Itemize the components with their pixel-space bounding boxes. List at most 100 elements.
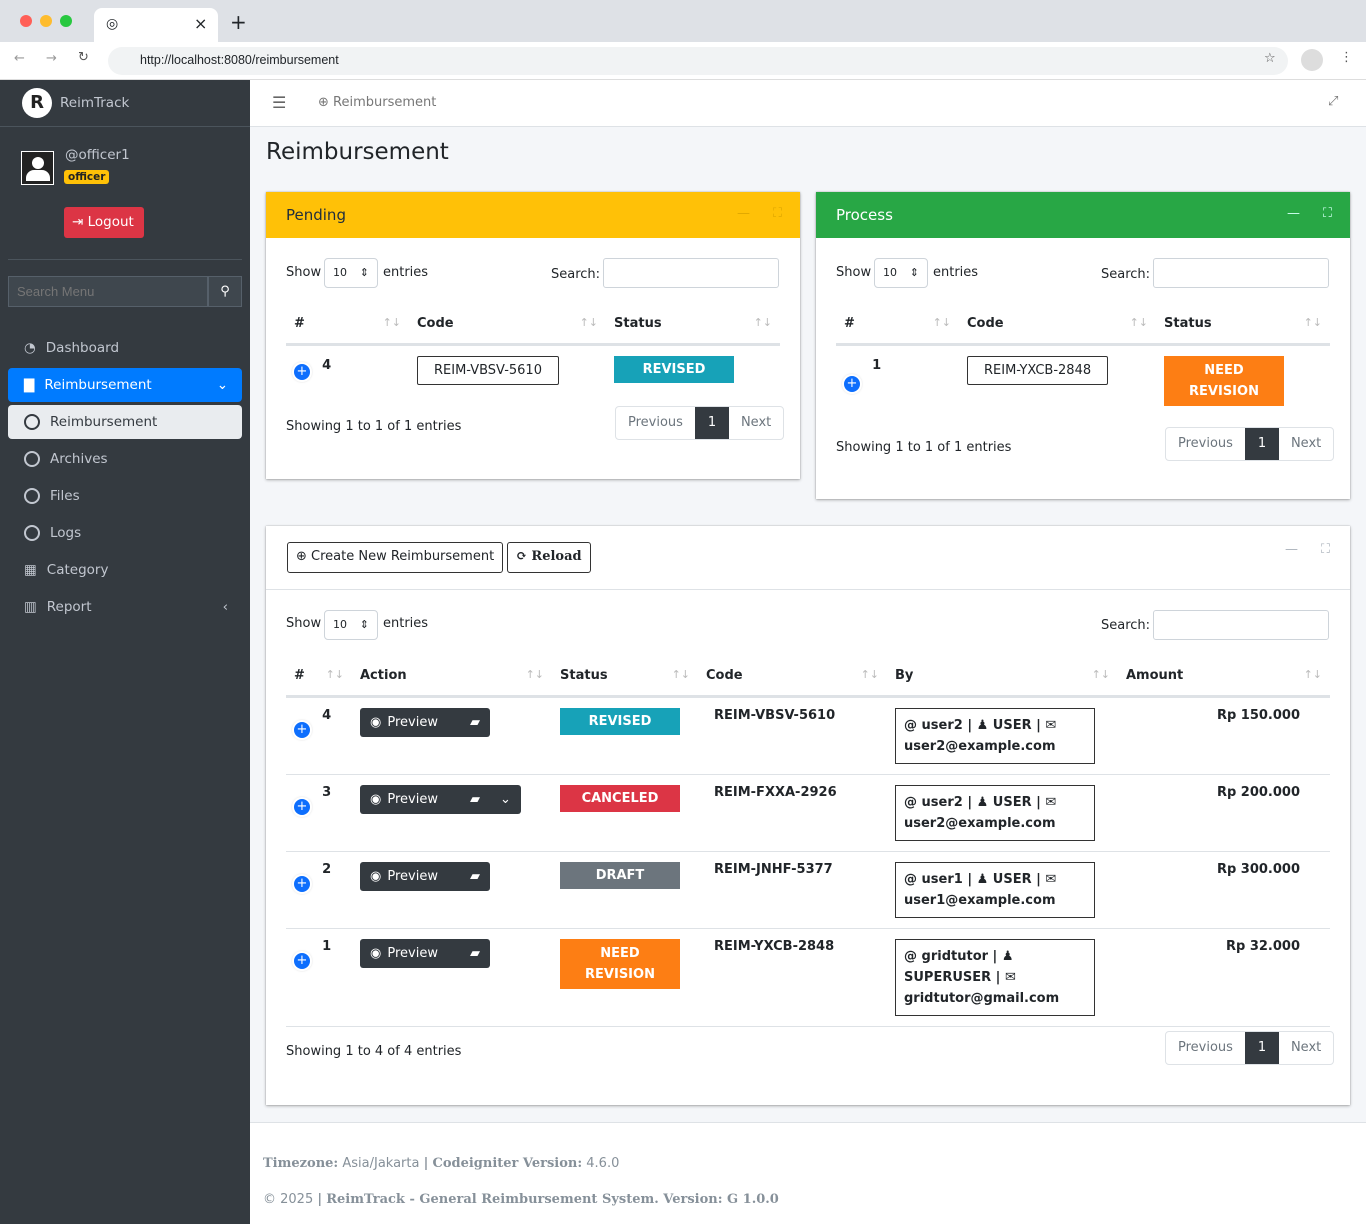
reload-icon[interactable]: ↻ [78, 50, 89, 65]
page-1-button[interactable]: 1 [1244, 1032, 1279, 1064]
collapse-icon[interactable]: — [737, 206, 750, 221]
new-tab-button[interactable]: + [230, 10, 247, 34]
expand-row-icon[interactable]: + [294, 952, 310, 969]
folder-open-icon[interactable]: ▰ [470, 792, 480, 807]
label: Archives [50, 451, 108, 467]
page-size-value: 10 [883, 266, 897, 279]
page-size-select[interactable]: 10 ⇕ [874, 258, 928, 288]
next-button[interactable]: Next [1279, 428, 1333, 460]
preview-button[interactable]: ◉ Preview ▰ [360, 861, 490, 891]
maximize-icon[interactable]: ⛶ [773, 206, 782, 221]
page-size-select[interactable]: 10 ⇕ [324, 258, 378, 288]
url-input[interactable]: http://localhost:8080/reimbursement [108, 47, 1288, 75]
page-size-value: 10 [333, 618, 347, 631]
forward-icon[interactable]: → [46, 51, 57, 66]
col-header-id[interactable]: # ↑↓ [286, 304, 409, 346]
col-header-by[interactable]: By ↑↓ [887, 656, 1118, 698]
process-search-input[interactable] [1153, 258, 1329, 288]
show-label: Show [286, 265, 322, 280]
breadcrumb[interactable]: ⊕ Reimbursement [318, 95, 436, 110]
code-badge: REIM-VBSV-5610 [417, 355, 559, 385]
sidebar-item-report[interactable]: ▥ Report ‹ [8, 590, 242, 624]
preview-button[interactable]: ◉ Preview ▰ [360, 707, 490, 737]
preview-button[interactable]: ◉ Preview ▰ [360, 938, 490, 968]
previous-button[interactable]: Previous [1166, 1032, 1245, 1064]
folder-open-icon[interactable]: ▰ [470, 869, 480, 884]
col-header-code[interactable]: Code ↑↓ [959, 304, 1156, 346]
bookmark-star-icon[interactable]: ☆ [1264, 51, 1276, 66]
label: Preview [387, 868, 438, 884]
expand-row-icon[interactable]: + [294, 721, 310, 738]
sidebar-item-category[interactable]: ▦ Category [8, 553, 242, 587]
preview-button[interactable]: ◉ Preview ▰ ⌄ [360, 784, 521, 814]
search-menu-button[interactable]: ⚲ [208, 276, 242, 307]
folder-open-icon[interactable]: ▰ [470, 946, 480, 961]
col-header-id[interactable]: # ↑↓ [286, 656, 352, 698]
menu-kebab-icon[interactable]: ⋮ [1340, 50, 1353, 65]
search-menu-input[interactable] [8, 276, 208, 307]
previous-button[interactable]: Previous [616, 407, 695, 439]
browser-tab[interactable]: ◎ × [94, 8, 218, 42]
chrome-icon: ◎ [106, 16, 119, 32]
previous-button[interactable]: Previous [1166, 428, 1245, 460]
role-badge: officer [64, 170, 110, 184]
maximize-icon[interactable]: ⛶ [1323, 206, 1332, 221]
label: Preview [387, 714, 438, 730]
entries-label: entries [933, 265, 979, 280]
amount: Rp 150.000 [1118, 696, 1330, 775]
hamburger-menu-icon[interactable]: ☰ [272, 93, 286, 112]
collapse-icon[interactable]: — [1287, 206, 1300, 221]
folder-open-icon[interactable]: ▰ [470, 715, 480, 730]
sidebar-item-files[interactable]: Files [8, 479, 242, 513]
expand-row-icon[interactable]: + [294, 875, 310, 892]
eye-icon: ◉ [370, 791, 382, 807]
reload-button[interactable]: ⟳ Reload [507, 542, 591, 573]
next-button[interactable]: Next [729, 407, 783, 439]
expand-row-icon[interactable]: + [294, 798, 310, 815]
maximize-window-button[interactable] [60, 15, 72, 27]
col-header-amount[interactable]: Amount ↑↓ [1118, 656, 1330, 698]
collapse-icon[interactable]: — [1285, 542, 1298, 557]
sort-arrows-icon: ⇕ [359, 266, 369, 279]
tab-close-button[interactable]: × [194, 14, 207, 33]
pending-search-input[interactable] [603, 258, 779, 288]
brand-name[interactable]: ReimTrack [60, 95, 129, 111]
col-header-status[interactable]: Status ↑↓ [552, 656, 698, 698]
plus-circle-icon: ⊕ [296, 549, 312, 564]
minimize-window-button[interactable] [40, 15, 52, 27]
expand-row-icon[interactable]: + [844, 375, 860, 392]
sidebar-item-reimbursement[interactable]: ▇ Reimbursement ⌄ [8, 368, 242, 402]
sidebar-item-logs[interactable]: Logs [8, 516, 242, 550]
table-row: + 1 ◉ Preview ▰ NEED REVISION REIM-YXCB-28… [286, 928, 1330, 1027]
label: Code [967, 315, 1004, 331]
sidebar-subitem-reimbursement[interactable]: Reimbursement [8, 405, 242, 439]
page-size-select[interactable]: 10 ⇕ [324, 610, 378, 640]
create-reimbursement-button[interactable]: ⊕ Create New Reimbursement [287, 542, 504, 573]
label: Code [417, 315, 454, 331]
address-bar-row: ← → ↻ http://localhost:8080/reimbursemen… [0, 42, 1366, 80]
process-table: # ↑↓ Code ↑↓ Status ↑↓ + 1 REIM-YXCB-2848 NEED … [836, 304, 1330, 416]
col-header-code[interactable]: Code ↑↓ [409, 304, 606, 346]
expand-row-icon[interactable]: + [294, 363, 310, 380]
back-icon[interactable]: ← [14, 51, 25, 66]
close-window-button[interactable] [20, 15, 32, 27]
page-1-button[interactable]: 1 [694, 407, 729, 439]
chevron-down-icon[interactable]: ⌄ [500, 792, 511, 807]
profile-icon[interactable] [1301, 49, 1323, 71]
col-header-code[interactable]: Code ↑↓ [698, 656, 887, 698]
next-button[interactable]: Next [1279, 1032, 1333, 1064]
logout-button[interactable]: ⇥ Logout [64, 207, 144, 238]
main-search-input[interactable] [1153, 610, 1329, 640]
maximize-icon[interactable]: ⛶ [1321, 542, 1330, 557]
col-header-id[interactable]: # ↑↓ [836, 304, 959, 346]
sidebar-item-dashboard[interactable]: ◔ Dashboard [8, 331, 242, 365]
fullscreen-icon[interactable]: ⤢ [1328, 94, 1338, 109]
col-header-status[interactable]: Status ↑↓ [606, 304, 780, 346]
sidebar-item-archives[interactable]: Archives [8, 442, 242, 476]
col-header-status[interactable]: Status ↑↓ [1156, 304, 1330, 346]
page-1-button[interactable]: 1 [1244, 428, 1279, 460]
search-icon: ⚲ [220, 284, 230, 299]
col-header-action[interactable]: Action ↑↓ [352, 656, 552, 698]
card-title: Process [836, 206, 893, 224]
pending-card: Pending — ⛶ Show 10 ⇕ entries Search: # ↑↓ C… [266, 192, 800, 479]
